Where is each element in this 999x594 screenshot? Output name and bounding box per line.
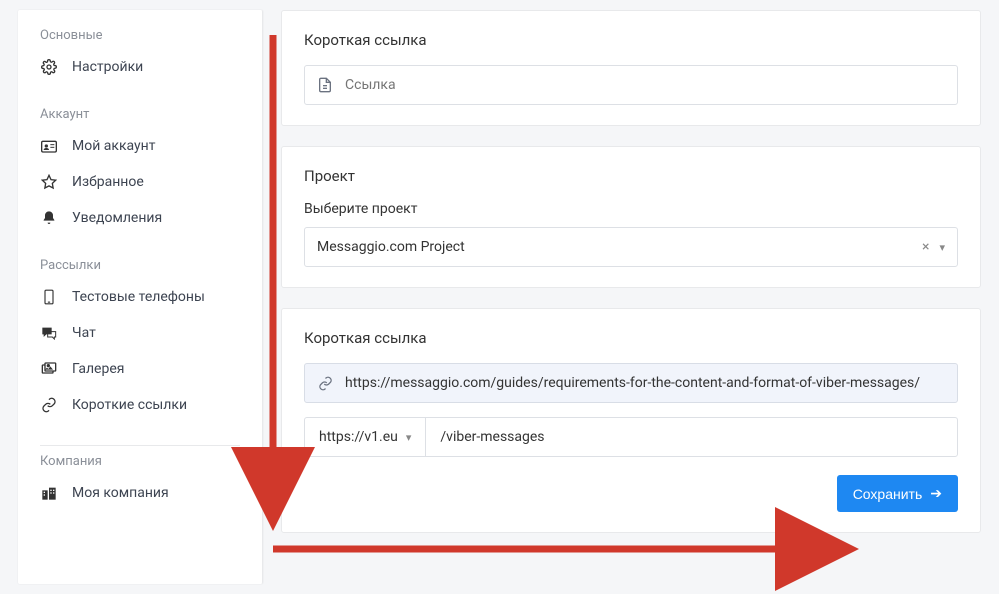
sidebar-item-my-company[interactable]: Моя компания [18,475,262,511]
link-icon [40,396,58,414]
sidebar-item-label: Уведомления [72,210,162,226]
card-short-link-top: Короткая ссылка [281,10,981,126]
sidebar-item-my-account[interactable]: Мой аккаунт [18,128,262,164]
sidebar-section-company: Компания Моя компания [18,454,262,511]
star-icon [40,173,58,191]
gallery-icon [40,360,58,378]
save-button[interactable]: Сохранить ➔ [837,475,958,512]
gear-icon [40,58,58,76]
card-project: Проект Выберите проект Messaggio.com Pro… [281,146,981,288]
sidebar-item-label: Галерея [72,361,124,377]
short-url-row: https://v1.eu ▾ /viber-messages [304,417,958,457]
chat-icon [40,324,58,342]
full-url-display: https://messaggio.com/guides/requirement… [304,363,958,403]
sidebar-item-label: Мой аккаунт [72,138,155,154]
id-card-icon [40,137,58,155]
save-button-label: Сохранить [853,486,923,502]
sidebar-section-dispatch: Рассылки Тестовые телефоны Чат Галерея [18,258,262,423]
sidebar-section-title: Рассылки [18,258,262,279]
domain-select[interactable]: https://v1.eu ▾ [305,418,426,456]
sidebar-section-title: Аккаунт [18,107,262,128]
project-field-label: Выберите проект [304,201,958,217]
sidebar-item-short-links[interactable]: Короткие ссылки [18,387,262,423]
sidebar-item-label: Тестовые телефоны [72,289,205,305]
project-select-value: Messaggio.com Project [317,239,465,255]
sidebar-item-gallery[interactable]: Галерея [18,351,262,387]
chevron-down-icon[interactable]: ▾ [939,241,945,254]
link-icon [305,376,345,391]
sidebar: Основные Настройки Аккаунт Мой аккаунт [18,10,263,584]
slug-value: /viber-messages [440,429,544,445]
link-input-row[interactable] [304,65,958,105]
sidebar-item-notifications[interactable]: Уведомления [18,200,262,236]
sidebar-item-test-phones[interactable]: Тестовые телефоны [18,279,262,315]
card-title: Короткая ссылка [304,329,958,347]
sidebar-item-label: Избранное [72,174,144,190]
sidebar-section-account: Аккаунт Мой аккаунт Избранное Уведомлени… [18,107,262,236]
project-select[interactable]: Messaggio.com Project × ▾ [304,227,958,267]
sidebar-section-title: Компания [18,454,262,475]
card-title: Проект [304,167,958,185]
sidebar-item-label: Моя компания [72,485,169,501]
sidebar-item-label: Короткие ссылки [72,397,187,413]
clear-icon[interactable]: × [922,239,929,255]
sidebar-item-favorites[interactable]: Избранное [18,164,262,200]
chevron-down-icon: ▾ [406,431,412,444]
sidebar-section-title: Основные [18,28,262,49]
slug-cell[interactable]: /viber-messages [426,418,558,456]
document-icon [305,77,345,93]
building-icon [40,484,58,502]
card-footer: Сохранить ➔ [304,457,958,512]
sidebar-divider [40,445,240,446]
arrow-right-icon: ➔ [930,485,942,502]
sidebar-item-label: Настройки [72,59,143,75]
sidebar-item-label: Чат [72,325,96,341]
link-input[interactable] [345,77,957,93]
main-content: Короткая ссылка Проект Выберите проект M… [263,0,999,594]
sidebar-item-settings[interactable]: Настройки [18,49,262,85]
card-short-link-bottom: Короткая ссылка https://messaggio.com/gu… [281,308,981,533]
card-title: Короткая ссылка [304,31,958,49]
bell-icon [40,209,58,227]
sidebar-item-chat[interactable]: Чат [18,315,262,351]
full-url-text: https://messaggio.com/guides/requirement… [345,363,957,403]
sidebar-section-main: Основные Настройки [18,28,262,85]
domain-value: https://v1.eu [319,429,398,445]
phone-icon [40,288,58,306]
